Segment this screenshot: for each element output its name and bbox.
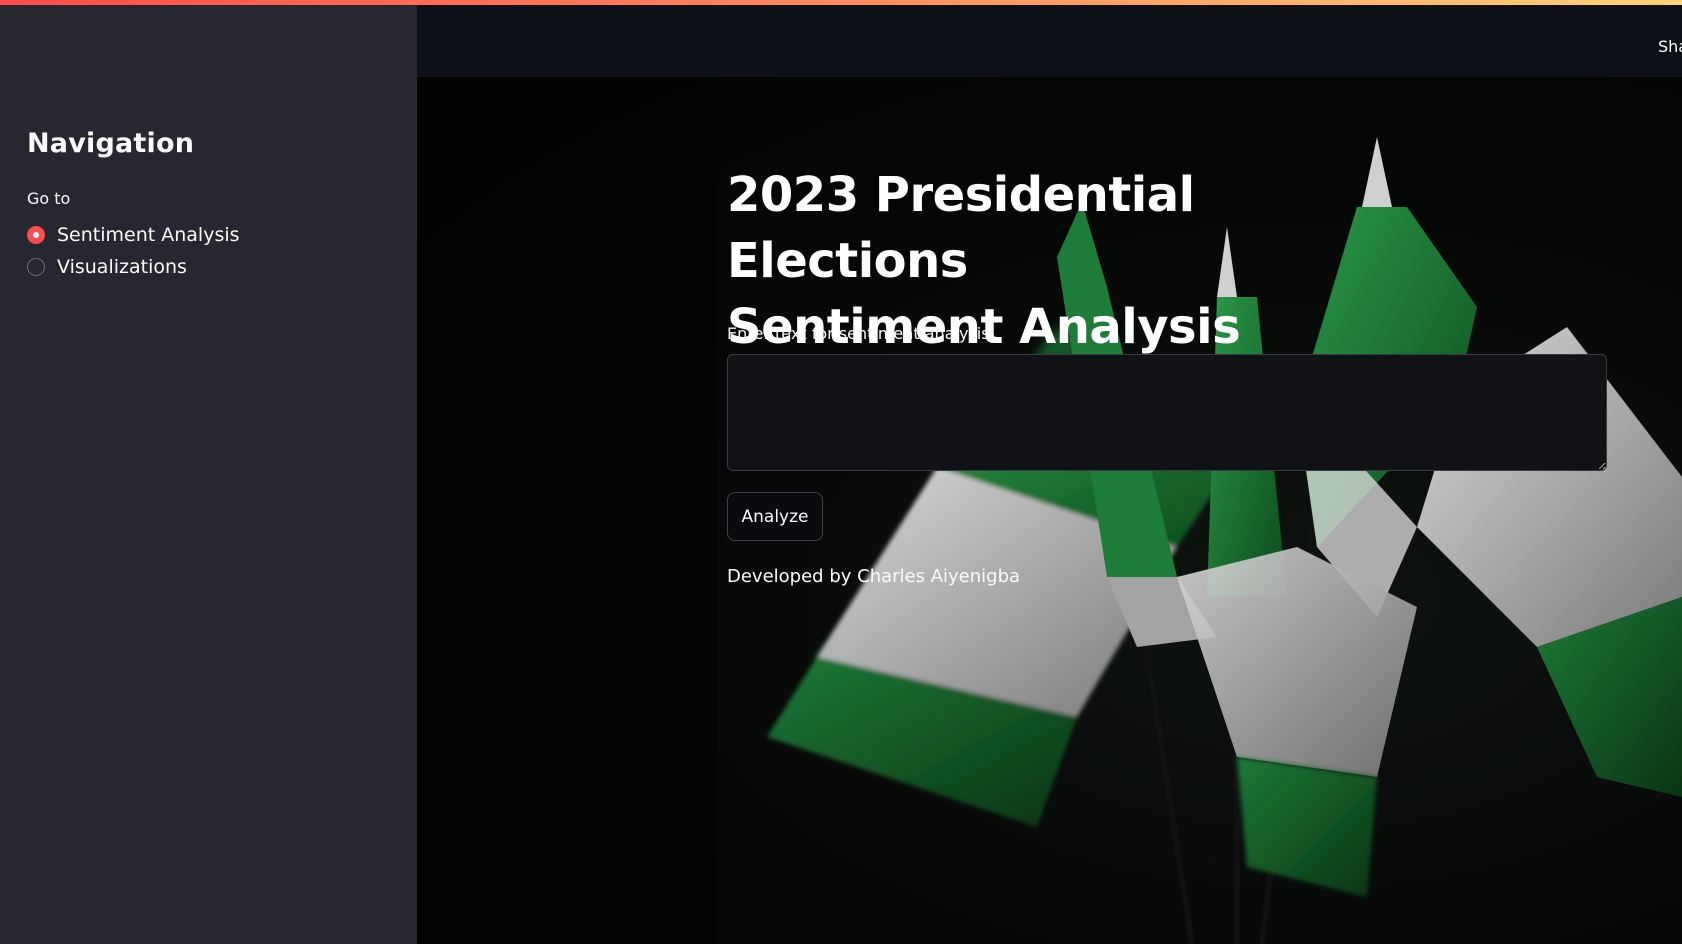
share-button[interactable]: Sha [1658,37,1682,56]
radio-option-label: Sentiment Analysis [57,224,240,246]
radio-option-sentiment-analysis[interactable]: Sentiment Analysis [27,224,240,246]
sentiment-text-input[interactable] [727,354,1607,471]
radio-group-label: Go to [27,189,71,208]
radio-option-label: Visualizations [57,256,187,278]
developer-credit: Developed by Charles Aiyenigba [727,566,1021,587]
main-content: 2023 Presidential Elections Sentiment An… [417,77,1682,944]
radio-checked-icon[interactable] [27,226,45,244]
radio-option-visualizations[interactable]: Visualizations [27,256,187,278]
radio-unchecked-icon[interactable] [27,258,45,276]
analyze-button[interactable]: Analyze [727,492,823,541]
page-title-line1: 2023 Presidential Elections [727,167,1195,289]
app-window: Navigation Go to Sentiment Analysis Visu… [0,0,1682,944]
sidebar: Navigation Go to Sentiment Analysis Visu… [0,0,417,944]
text-input-label: Enter text for sentiment analysis: [727,324,995,343]
app-header: Sha [417,5,1682,77]
sidebar-heading: Navigation [27,128,195,159]
top-decoration-stripe [0,0,1682,5]
